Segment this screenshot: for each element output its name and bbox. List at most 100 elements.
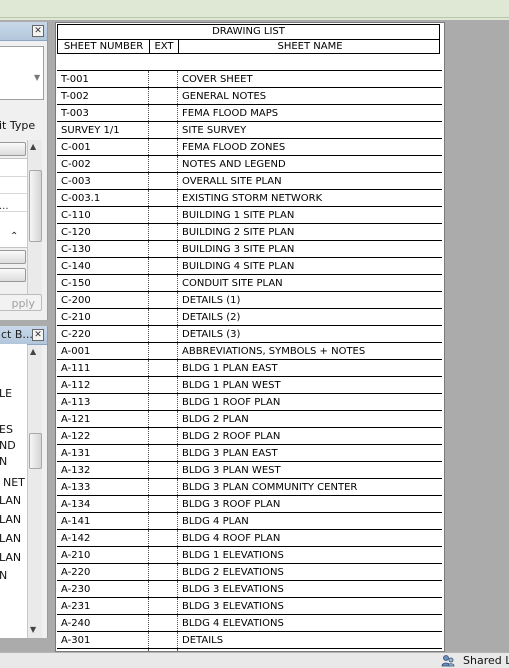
tree-item[interactable]: NET <box>3 476 25 489</box>
cell-sheet-number[interactable]: C-200 <box>61 292 147 308</box>
cell-ext[interactable] <box>149 122 179 138</box>
cell-sheet-number[interactable]: C-150 <box>61 275 147 291</box>
cell-sheet-number[interactable]: A-240 <box>61 615 147 631</box>
cell-sheet-name[interactable]: BLDG 3 PLAN COMMUNITY CENTER <box>182 479 440 495</box>
cell-sheet-name[interactable]: DETAILS (3) <box>182 326 440 342</box>
tree-item[interactable]: LE <box>0 387 12 400</box>
column-header-sheet-name[interactable]: SHEET NAME <box>180 40 440 54</box>
table-row[interactable]: T-001 COVER SHEET <box>57 71 442 88</box>
browser-scrollbar[interactable]: ▲ ▼ <box>27 345 42 638</box>
edit-type-label[interactable]: it Type <box>0 119 35 132</box>
cell-ext[interactable] <box>149 411 179 427</box>
cell-sheet-name[interactable]: FEMA FLOOD MAPS <box>182 105 440 121</box>
table-row[interactable]: C-110 BUILDING 1 SITE PLAN <box>57 207 442 224</box>
table-row[interactable]: A-112 BLDG 1 PLAN WEST <box>57 377 442 394</box>
table-row[interactable]: C-002 NOTES AND LEGEND <box>57 156 442 173</box>
cell-sheet-number[interactable]: A-121 <box>61 411 147 427</box>
cell-ext[interactable] <box>149 377 179 393</box>
tree-item[interactable]: LAN <box>0 551 21 564</box>
worksharing-icon[interactable] <box>441 654 455 667</box>
cell-ext[interactable] <box>149 241 179 257</box>
parameter-button[interactable] <box>0 250 26 264</box>
cell-sheet-number[interactable]: C-130 <box>61 241 147 257</box>
table-row[interactable]: T-002 GENERAL NOTES <box>57 88 442 105</box>
cell-ext[interactable] <box>149 394 179 410</box>
cell-sheet-name[interactable]: COVER SHEET <box>182 71 440 87</box>
table-row[interactable]: A-230 BLDG 3 ELEVATIONS <box>57 581 442 598</box>
cell-ext[interactable] <box>149 275 179 291</box>
cell-ext[interactable] <box>149 105 179 121</box>
cell-sheet-name[interactable]: BLDG 2 ROOF PLAN <box>182 428 440 444</box>
cell-sheet-name[interactable]: BLDG 3 ROOF PLAN <box>182 496 440 512</box>
cell-sheet-name[interactable]: EXISTING STORM NETWORK <box>182 190 440 206</box>
cell-ext[interactable] <box>149 71 179 87</box>
parameter-button[interactable] <box>0 142 26 156</box>
cell-sheet-name[interactable]: BLDG 1 ROOF PLAN <box>182 394 440 410</box>
cell-sheet-number[interactable]: A-301 <box>61 632 147 648</box>
cell-sheet-name[interactable]: BUILDING 4 SITE PLAN <box>182 258 440 274</box>
table-row[interactable]: A-113 BLDG 1 ROOF PLAN <box>57 394 442 411</box>
cell-ext[interactable] <box>149 598 179 614</box>
cell-sheet-name[interactable]: ABBREVIATIONS, SYMBOLS + NOTES <box>182 343 440 359</box>
cell-sheet-name[interactable]: BLDG 3 ELEVATIONS <box>182 581 440 597</box>
parameter-button[interactable] <box>0 268 26 282</box>
cell-sheet-number[interactable]: C-120 <box>61 224 147 240</box>
cell-sheet-name[interactable]: BLDG 4 PLAN <box>182 513 440 529</box>
scrollbar-thumb[interactable] <box>29 170 42 242</box>
cell-sheet-name[interactable]: OVERALL SITE PLAN <box>182 173 440 189</box>
apply-button[interactable]: pply <box>0 294 42 311</box>
cell-sheet-number[interactable]: C-001 <box>61 139 147 155</box>
tree-item[interactable]: LAN <box>0 494 21 507</box>
tree-item[interactable]: LAN <box>0 513 21 526</box>
cell-ext[interactable] <box>149 309 179 325</box>
cell-ext[interactable] <box>149 360 179 376</box>
cell-ext[interactable] <box>149 173 179 189</box>
cell-sheet-name[interactable]: NOTES AND LEGEND <box>182 156 440 172</box>
cell-ext[interactable] <box>149 343 179 359</box>
cell-sheet-name[interactable]: BLDG 1 PLAN EAST <box>182 360 440 376</box>
tree-item[interactable]: ES <box>0 423 13 436</box>
cell-sheet-number[interactable]: A-210 <box>61 547 147 563</box>
table-row[interactable]: A-121 BLDG 2 PLAN <box>57 411 442 428</box>
cell-sheet-name[interactable]: CONDUIT SITE PLAN <box>182 275 440 291</box>
cell-sheet-name[interactable]: BUILDING 3 SITE PLAN <box>182 241 440 257</box>
close-icon[interactable]: ✕ <box>32 329 44 341</box>
cell-sheet-number[interactable]: A-122 <box>61 428 147 444</box>
cell-ext[interactable] <box>149 190 179 206</box>
cell-sheet-name[interactable]: FEMA FLOOD ZONES <box>182 139 440 155</box>
table-row[interactable]: A-122 BLDG 2 ROOF PLAN <box>57 428 442 445</box>
cell-sheet-number[interactable]: C-003.1 <box>61 190 147 206</box>
cell-ext[interactable] <box>149 615 179 631</box>
table-row[interactable]: C-001 FEMA FLOOD ZONES <box>57 139 442 156</box>
cell-ext[interactable] <box>149 428 179 444</box>
cell-sheet-name[interactable]: BLDG 3 PLAN EAST <box>182 445 440 461</box>
cell-sheet-name[interactable]: BLDG 2 ELEVATIONS <box>182 564 440 580</box>
cell-sheet-number[interactable]: A-230 <box>61 581 147 597</box>
table-row[interactable]: A-240 BLDG 4 ELEVATIONS <box>57 615 442 632</box>
scroll-up-icon[interactable]: ▲ <box>30 142 36 151</box>
table-row[interactable]: C-210 DETAILS (2) <box>57 309 442 326</box>
table-row[interactable]: A-210 BLDG 1 ELEVATIONS <box>57 547 442 564</box>
cell-sheet-number[interactable]: C-210 <box>61 309 147 325</box>
cell-sheet-number[interactable]: A-220 <box>61 564 147 580</box>
scrollbar-thumb[interactable] <box>29 433 42 469</box>
cell-sheet-name[interactable]: BLDG 2 PLAN <box>182 411 440 427</box>
table-row[interactable]: C-150 CONDUIT SITE PLAN <box>57 275 442 292</box>
cell-sheet-number[interactable]: A-133 <box>61 479 147 495</box>
cell-ext[interactable] <box>149 326 179 342</box>
cell-ext[interactable] <box>149 88 179 104</box>
close-icon[interactable]: ✕ <box>32 25 44 37</box>
cell-sheet-name[interactable]: BLDG 1 PLAN WEST <box>182 377 440 393</box>
cell-sheet-number[interactable]: A-134 <box>61 496 147 512</box>
cell-ext[interactable] <box>149 496 179 512</box>
cell-ext[interactable] <box>149 139 179 155</box>
cell-sheet-number[interactable]: A-141 <box>61 513 147 529</box>
cell-sheet-name[interactable]: GENERAL NOTES <box>182 88 440 104</box>
cell-sheet-name[interactable]: BLDG 3 ELEVATIONS <box>182 598 440 614</box>
cell-sheet-name[interactable]: SITE SURVEY <box>182 122 440 138</box>
cell-sheet-number[interactable]: A-132 <box>61 462 147 478</box>
table-row[interactable]: A-231 BLDG 3 ELEVATIONS <box>57 598 442 615</box>
cell-sheet-number[interactable]: C-002 <box>61 156 147 172</box>
cell-sheet-number[interactable]: A-231 <box>61 598 147 614</box>
cell-sheet-number[interactable]: T-002 <box>61 88 147 104</box>
